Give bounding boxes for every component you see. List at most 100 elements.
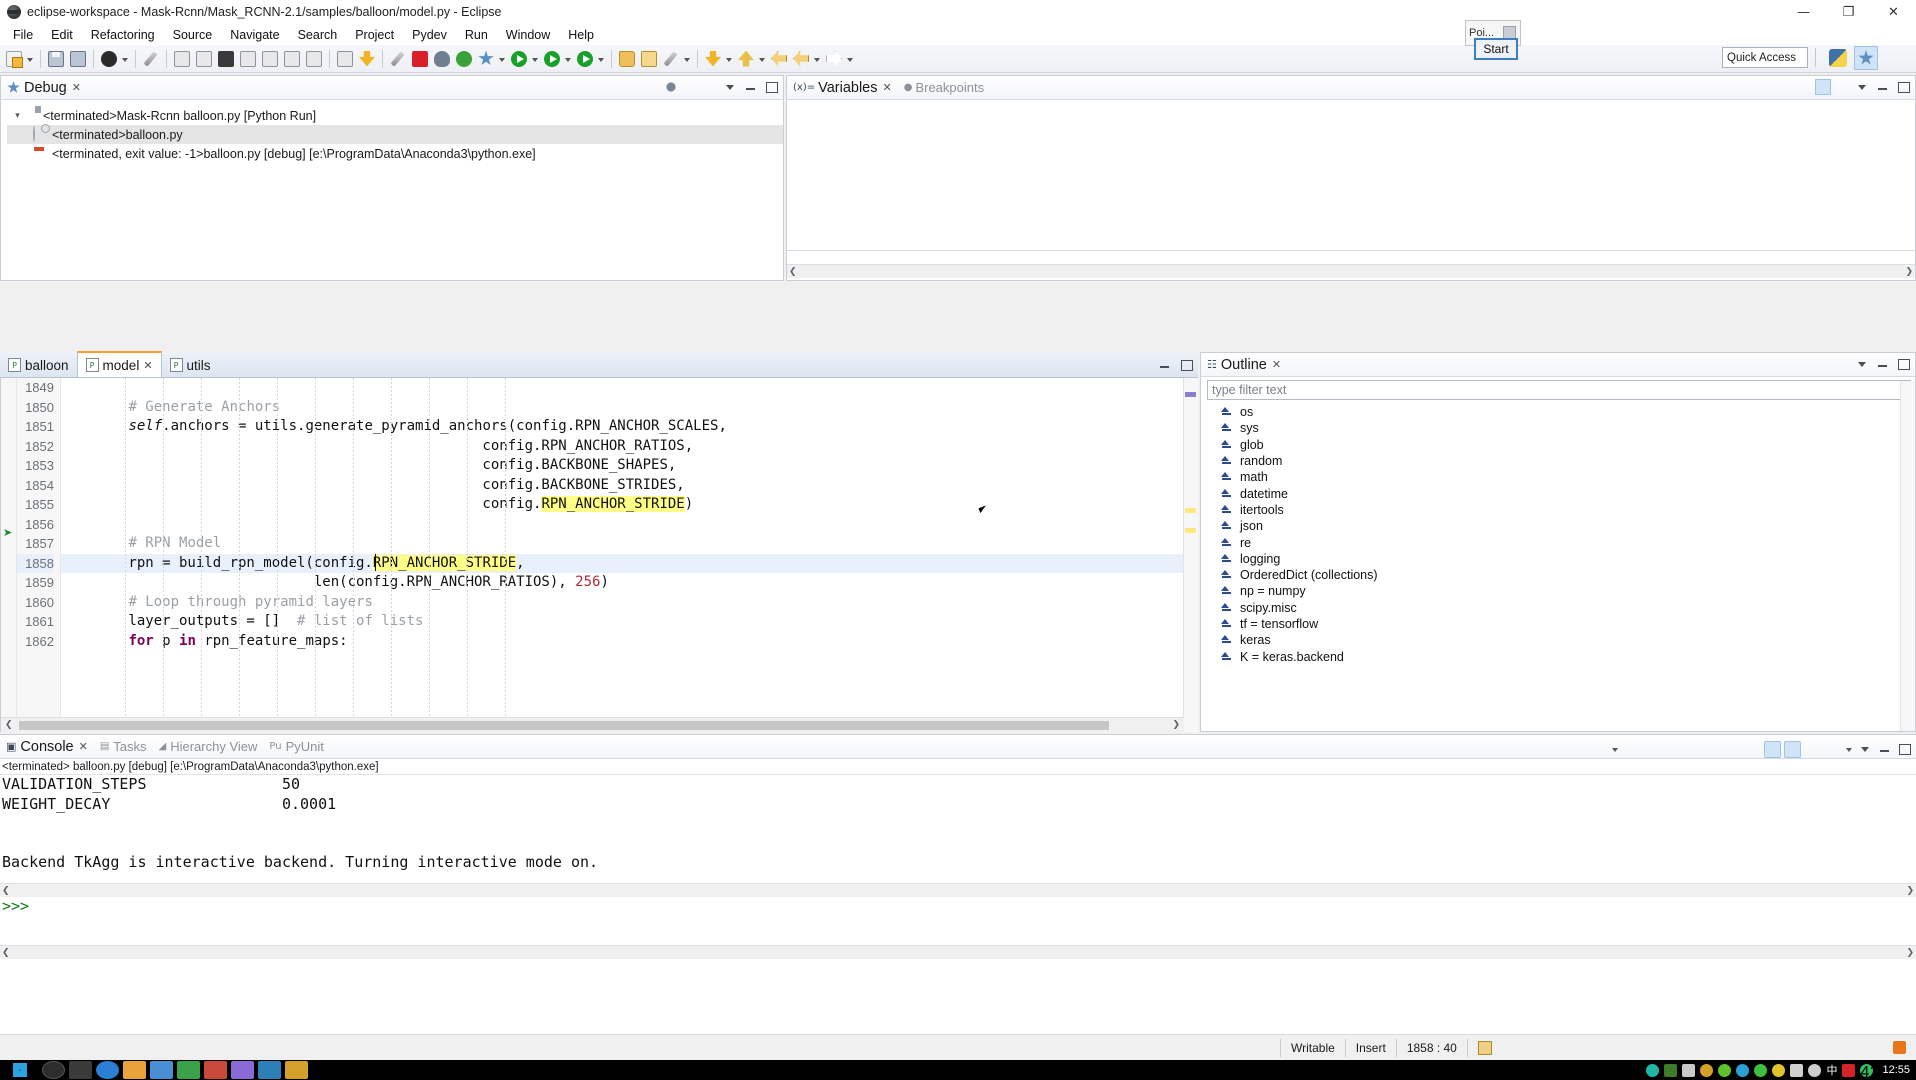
scroll-right-icon[interactable]: ❯	[1905, 267, 1913, 277]
taskbar-app3-icon[interactable]	[204, 1061, 227, 1079]
editor-tab-utils[interactable]: P utils	[162, 353, 219, 377]
outline-item[interactable]: np = numpy	[1201, 583, 1915, 599]
stop-icon[interactable]	[409, 48, 431, 70]
display-selected-console-icon[interactable]	[1590, 741, 1607, 758]
resume-icon[interactable]	[259, 48, 281, 70]
outline-item[interactable]: glob	[1201, 437, 1915, 453]
show-console-on-output-icon[interactable]	[1764, 740, 1781, 758]
scroll-left-icon[interactable]: ❮	[2, 948, 10, 958]
debug-dropdown-arrow-icon[interactable]	[563, 48, 574, 70]
start-menu-button[interactable]	[0, 1060, 40, 1080]
print-icon[interactable]	[98, 48, 120, 70]
code-line[interactable]: config.BACKBONE_STRIDES,	[61, 476, 1198, 496]
pin-icon[interactable]	[387, 48, 409, 70]
overview-ruler-occurrence-mark[interactable]	[1185, 508, 1196, 513]
previous-annotation-icon[interactable]	[735, 48, 757, 70]
view-menu-icon[interactable]	[1858, 741, 1874, 757]
taskbar-clock[interactable]: 12:55	[1878, 1064, 1914, 1076]
close-icon[interactable]: ✕	[143, 359, 152, 372]
open-resource-icon[interactable]	[638, 48, 660, 70]
outline-item[interactable]: sys	[1201, 420, 1915, 436]
close-icon[interactable]: ✕	[882, 81, 891, 94]
search-icon[interactable]	[660, 48, 682, 70]
console-output[interactable]: VALIDATION_STEPS 50 WEIGHT_DECAY 0.0001 …	[0, 775, 1916, 897]
minimize-editor-icon[interactable]	[1157, 357, 1173, 373]
outline-item[interactable]: json	[1201, 518, 1915, 534]
tray-icon-1[interactable]	[1646, 1063, 1660, 1077]
tray-icon-2[interactable]	[1664, 1063, 1678, 1077]
open-console-icon[interactable]	[1824, 741, 1841, 758]
taskbar-cortana-icon[interactable]	[42, 1061, 65, 1079]
scroll-left-icon[interactable]: ❮	[789, 267, 797, 277]
outline-item[interactable]: tf = tensorflow	[1201, 616, 1915, 632]
tray-volume-icon[interactable]	[1808, 1063, 1822, 1077]
tray-badge-icon[interactable]: 41	[1860, 1063, 1878, 1080]
pin-view-icon[interactable]	[683, 79, 699, 95]
open-type-icon[interactable]	[616, 48, 638, 70]
outline-item[interactable]: os	[1201, 404, 1915, 420]
code-line[interactable]: config.BACKBONE_SHAPES,	[61, 456, 1198, 476]
minimize-view-icon[interactable]	[1875, 356, 1891, 372]
view-menu-icon[interactable]	[1855, 356, 1871, 372]
disconnect-icon[interactable]	[303, 48, 325, 70]
debug-tree-row-launch[interactable]: ▾ <terminated>Mask-Rcnn balloon.py [Pyth…	[7, 106, 783, 125]
tray-icon-6[interactable]	[1736, 1063, 1750, 1077]
save-all-icon[interactable]	[67, 48, 89, 70]
tray-sogou-icon[interactable]	[1842, 1063, 1856, 1077]
scroll-right-icon[interactable]: ❯	[1172, 720, 1180, 730]
show-type-names-icon[interactable]	[1815, 79, 1831, 95]
outline-item[interactable]: OrderedDict (collections)	[1201, 567, 1915, 583]
editor-marker-gutter[interactable]: ➤	[1, 378, 17, 732]
outline-item[interactable]: datetime	[1201, 485, 1915, 501]
code-line[interactable]: config.RPN_ANCHOR_STRIDE)	[61, 495, 1198, 515]
print-dropdown-arrow-icon[interactable]	[120, 48, 131, 70]
scroll-left-icon[interactable]: ❮	[1, 720, 13, 730]
maximize-view-icon[interactable]	[1895, 356, 1911, 372]
console-dropdown-arrow-icon[interactable]	[1610, 738, 1621, 760]
next-annotation-icon[interactable]	[702, 48, 724, 70]
code-editor[interactable]: ➤ 1849 1850 1851 1852 1853 1854 1855 1856 1857 18…	[0, 378, 1198, 732]
search-dropdown-arrow-icon[interactable]	[682, 48, 693, 70]
tray-icon-3[interactable]	[1682, 1063, 1696, 1077]
variables-hscrollbar[interactable]: ❮ ❯	[787, 264, 1915, 278]
menu-navigate[interactable]: Navigate	[221, 26, 288, 44]
debug-bug-icon[interactable]	[431, 48, 453, 70]
scroll-right-icon[interactable]: ❯	[1906, 886, 1914, 896]
outline-item[interactable]: itertools	[1201, 502, 1915, 518]
code-line[interactable]	[61, 515, 1198, 535]
editor-horizontal-scrollbar[interactable]: ❮ ❯	[1, 717, 1184, 732]
terminate-console-icon[interactable]	[1624, 741, 1641, 758]
code-line[interactable]: # RPN Model	[61, 534, 1198, 554]
view-menu-icon[interactable]	[1855, 79, 1871, 95]
outline-item[interactable]: K = keras.backend	[1201, 648, 1915, 664]
outline-item[interactable]: math	[1201, 469, 1915, 485]
debug-run-icon[interactable]	[541, 48, 563, 70]
code-line[interactable]: rpn = build_rpn_model(config.RPN_ANCHOR_…	[61, 553, 1198, 573]
console-hscrollbar[interactable]: ❮ ❯	[0, 883, 1916, 897]
outline-item[interactable]: scipy.misc	[1201, 600, 1915, 616]
suspend-icon[interactable]	[281, 48, 303, 70]
taskbar-eclipse-icon[interactable]	[285, 1061, 308, 1079]
coverage-icon[interactable]	[475, 48, 497, 70]
tray-ime-indicator[interactable]: 中	[1826, 1062, 1837, 1078]
taskbar-app2-icon[interactable]	[177, 1061, 200, 1079]
new-icon[interactable]	[3, 48, 25, 70]
outline-vertical-scrollbar[interactable]	[1900, 381, 1915, 731]
tab-debug[interactable]: Debug ✕	[1, 80, 87, 96]
maximize-view-icon[interactable]	[1896, 741, 1912, 757]
variables-table[interactable]	[787, 100, 1915, 250]
console-prompt-hscrollbar[interactable]: ❮ ❯	[0, 945, 1916, 959]
start-button[interactable]: Start	[1474, 38, 1518, 60]
scroll-left-icon[interactable]: ❮	[2, 886, 10, 896]
profile-icon[interactable]	[453, 48, 475, 70]
tab-pyunit[interactable]: Pu PyUnit	[263, 739, 330, 754]
tab-hierarchy-view[interactable]: ◢ Hierarchy View	[153, 739, 264, 754]
overview-ruler-mark[interactable]	[1185, 392, 1196, 397]
minimize-view-icon[interactable]	[1875, 79, 1891, 95]
coverage-dropdown-arrow-icon[interactable]	[497, 48, 508, 70]
taskbar-browser-icon[interactable]	[96, 1061, 119, 1079]
find-replace-icon[interactable]	[1684, 741, 1701, 758]
status-feed-icon[interactable]	[1883, 1038, 1916, 1058]
close-button[interactable]: ✕	[1871, 0, 1916, 24]
tray-icon-8[interactable]	[1772, 1063, 1786, 1077]
